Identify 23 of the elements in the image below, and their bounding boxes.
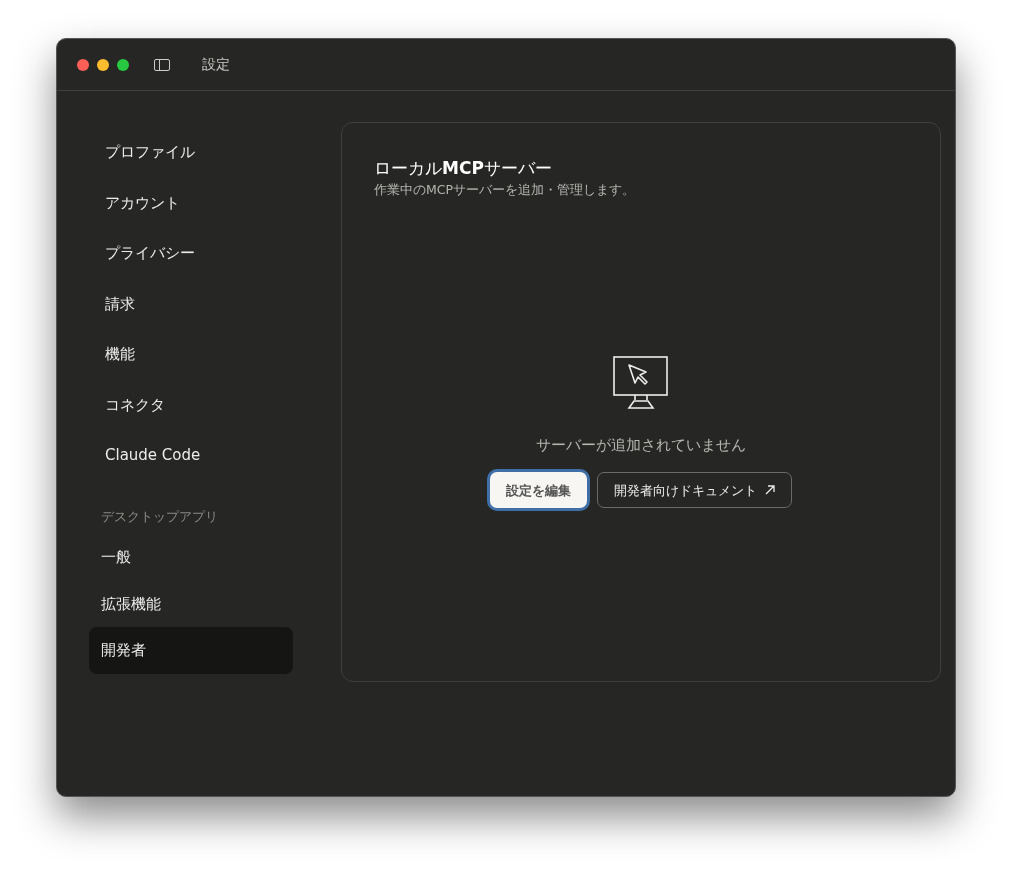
- sidebar-toggle-icon[interactable]: [154, 58, 170, 71]
- sidebar-item[interactable]: プロファイル: [89, 127, 293, 178]
- sidebar-item[interactable]: 一般: [89, 534, 293, 581]
- monitor-cursor-icon: [613, 355, 669, 410]
- sidebar-item[interactable]: 請求: [89, 278, 293, 329]
- sidebar-item[interactable]: 機能: [89, 329, 293, 380]
- close-button[interactable]: [77, 58, 89, 71]
- edit-config-button[interactable]: 設定を編集: [490, 472, 587, 509]
- sidebar-section-label: デスクトップアプリ: [100, 507, 219, 526]
- sidebar-item[interactable]: 拡張機能: [89, 580, 293, 627]
- sidebar-item[interactable]: アカウント: [89, 177, 293, 228]
- panel-subtitle: 作業中のMCPサーバーを追加・管理します。: [374, 181, 637, 199]
- sidebar-item[interactable]: 開発者: [89, 627, 293, 674]
- sidebar-item[interactable]: Claude Code: [89, 430, 293, 481]
- panel-title: ローカルMCPサーバー: [374, 157, 553, 179]
- minimize-button[interactable]: [97, 58, 109, 71]
- empty-state-message: サーバーが追加されていません: [536, 434, 746, 456]
- sidebar-item[interactable]: プライバシー: [89, 228, 293, 279]
- window-title: 設定: [202, 55, 230, 74]
- maximize-button[interactable]: [117, 58, 129, 71]
- sidebar-item[interactable]: コネクタ: [89, 379, 293, 430]
- external-link-icon: [765, 485, 775, 496]
- docs-link-button[interactable]: 開発者向けドキュメント: [597, 472, 792, 509]
